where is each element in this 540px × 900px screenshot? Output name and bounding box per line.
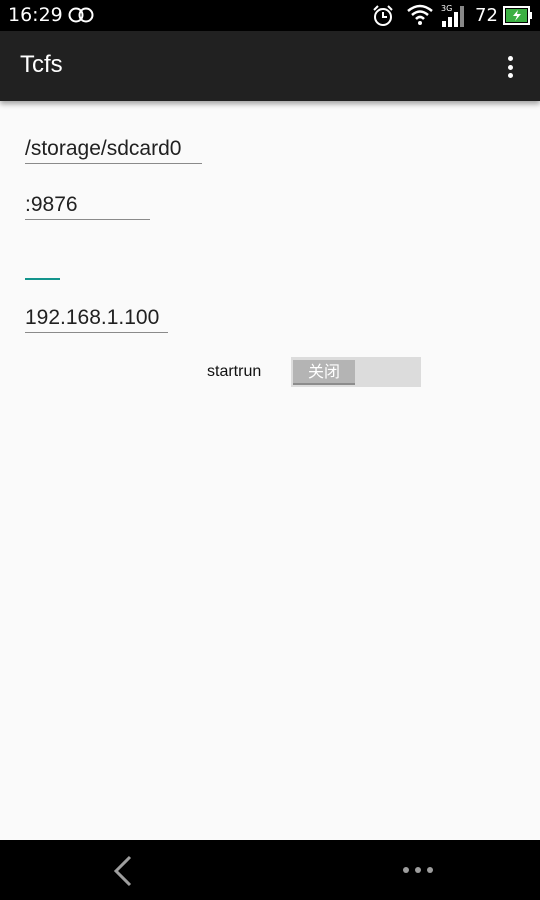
overflow-menu-icon[interactable] [498, 53, 522, 81]
app-bar: Tcfs [0, 31, 540, 101]
ip-input[interactable]: 192.168.1.100 [25, 306, 168, 333]
switch-thumb[interactable]: 关闭 [293, 360, 355, 385]
signal-icon [442, 6, 464, 27]
startrun-label: startrun [207, 363, 262, 380]
back-icon[interactable] [110, 854, 136, 888]
more-icon[interactable] [402, 864, 434, 876]
startrun-switch[interactable]: 关闭 [291, 357, 421, 387]
wifi-icon [407, 4, 433, 25]
port-input[interactable]: :9876 [25, 193, 150, 220]
battery-icon [503, 6, 532, 25]
app-title: Tcfs [20, 51, 63, 78]
status-bar: 16:29 3G 72 [0, 0, 540, 31]
nav-bar [0, 840, 540, 900]
alarm-icon [373, 5, 393, 26]
path-input[interactable]: /storage/sdcard0 [25, 137, 202, 164]
status-time: 16:29 [8, 4, 63, 26]
empty-input[interactable] [25, 278, 60, 280]
infinity-icon [68, 7, 94, 23]
battery-percent: 72 [475, 5, 498, 26]
